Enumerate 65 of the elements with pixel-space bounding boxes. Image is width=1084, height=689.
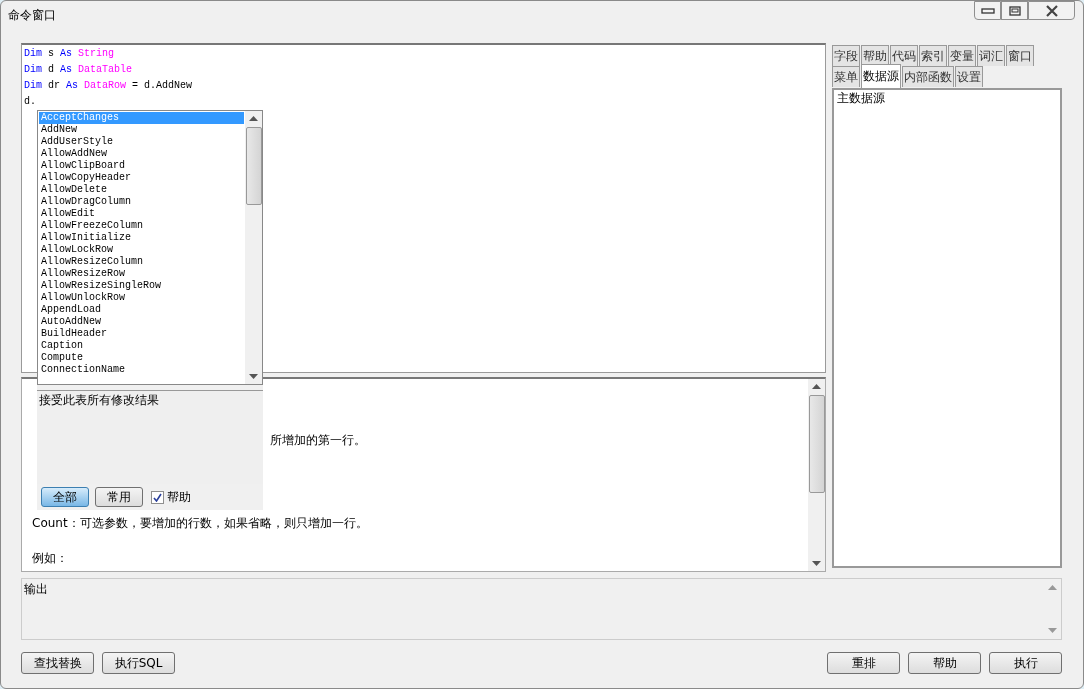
maximize-icon [1008,5,1021,16]
tab[interactable]: 词汇 [977,45,1006,66]
tab[interactable]: 代码 [890,45,919,66]
minimize-button[interactable] [974,1,1001,20]
tab[interactable]: 帮助 [861,45,890,66]
list-item[interactable]: AllowResizeSingleRow [39,280,244,292]
list-item[interactable]: AddNew [39,124,244,136]
tab[interactable]: 设置 [955,66,984,87]
tab[interactable]: 索引 [919,45,948,66]
list-item[interactable]: AllowResizeRow [39,268,244,280]
list-item[interactable]: Caption [39,340,244,352]
help-text: 例如： [32,550,69,567]
button[interactable]: 查找替换 [21,652,94,674]
tab[interactable]: 菜单 [832,66,861,87]
button[interactable]: 帮助 [908,652,981,674]
list-item[interactable]: BuildHeader [39,328,244,340]
scroll-down-icon[interactable] [812,561,822,566]
scrollbar[interactable] [245,111,262,384]
filter-button[interactable]: 常用 [95,487,143,507]
list-item[interactable]: AllowInitialize [39,232,244,244]
list-item[interactable]: AllowLockRow [39,244,244,256]
button[interactable]: 执行SQL [102,652,175,674]
list-item[interactable]: AutoAddNew [39,316,244,328]
tab[interactable]: 窗口 [1006,45,1035,66]
code-line: Dim d As DataTable [24,63,134,77]
list-item[interactable]: AllowResizeColumn [39,256,244,268]
list-item[interactable]: AppendLoad [39,304,244,316]
tab[interactable]: 字段 [832,45,861,66]
checkbox[interactable] [151,490,164,504]
tab[interactable]: 变量 [948,45,977,66]
list-item[interactable]: AllowDelete [39,184,244,196]
member-description: 接受此表所有修改结果 [39,393,159,407]
button[interactable]: 重排 [827,652,900,674]
list-item[interactable]: Compute [39,352,244,364]
window-title: 命令窗口 [7,7,56,24]
list-item[interactable]: AllowUnlockRow [39,292,244,304]
list-item[interactable]: AddUserStyle [39,136,244,148]
list-item[interactable]: AllowDragColumn [39,196,244,208]
minimize-icon [980,6,995,15]
data-source-list[interactable]: 主数据源 [832,88,1062,568]
maximize-button[interactable] [1001,1,1028,20]
filter-button[interactable]: 全部 [41,487,89,507]
completion-list[interactable] [37,110,263,385]
list-item[interactable]: 主数据源 [837,90,1057,106]
list-item[interactable]: AllowClipBoard [39,160,244,172]
list-item[interactable]: AllowCopyHeader [39,172,244,184]
code-line: Dim s As String [24,47,116,61]
tab[interactable]: 内部函数 [902,66,955,87]
code-line: Dim dr As DataRow = d.AddNew [24,79,194,93]
button[interactable]: 执行 [989,652,1062,674]
output-text: 输出 [23,581,48,598]
scroll-up-icon[interactable] [812,384,822,389]
list-item[interactable]: AllowAddNew [39,148,244,160]
list-item[interactable]: AllowFreezeColumn [39,220,244,232]
list-item[interactable]: AllowEdit [39,208,244,220]
checkbox-label: 帮助 [167,488,191,506]
list-item[interactable]: ConnectionName [39,364,244,376]
close-button[interactable] [1028,1,1075,20]
help-text: Count：可选参数，要增加的行数，如果省略，则只增加一行。 [32,515,369,532]
scroll-up-icon[interactable] [249,116,258,121]
help-text: 所增加的第一行。 [269,432,367,449]
tab[interactable]: 数据源 [861,64,902,88]
code-line: d. [24,95,37,109]
close-icon [1044,4,1059,17]
scrollbar[interactable] [808,379,826,571]
